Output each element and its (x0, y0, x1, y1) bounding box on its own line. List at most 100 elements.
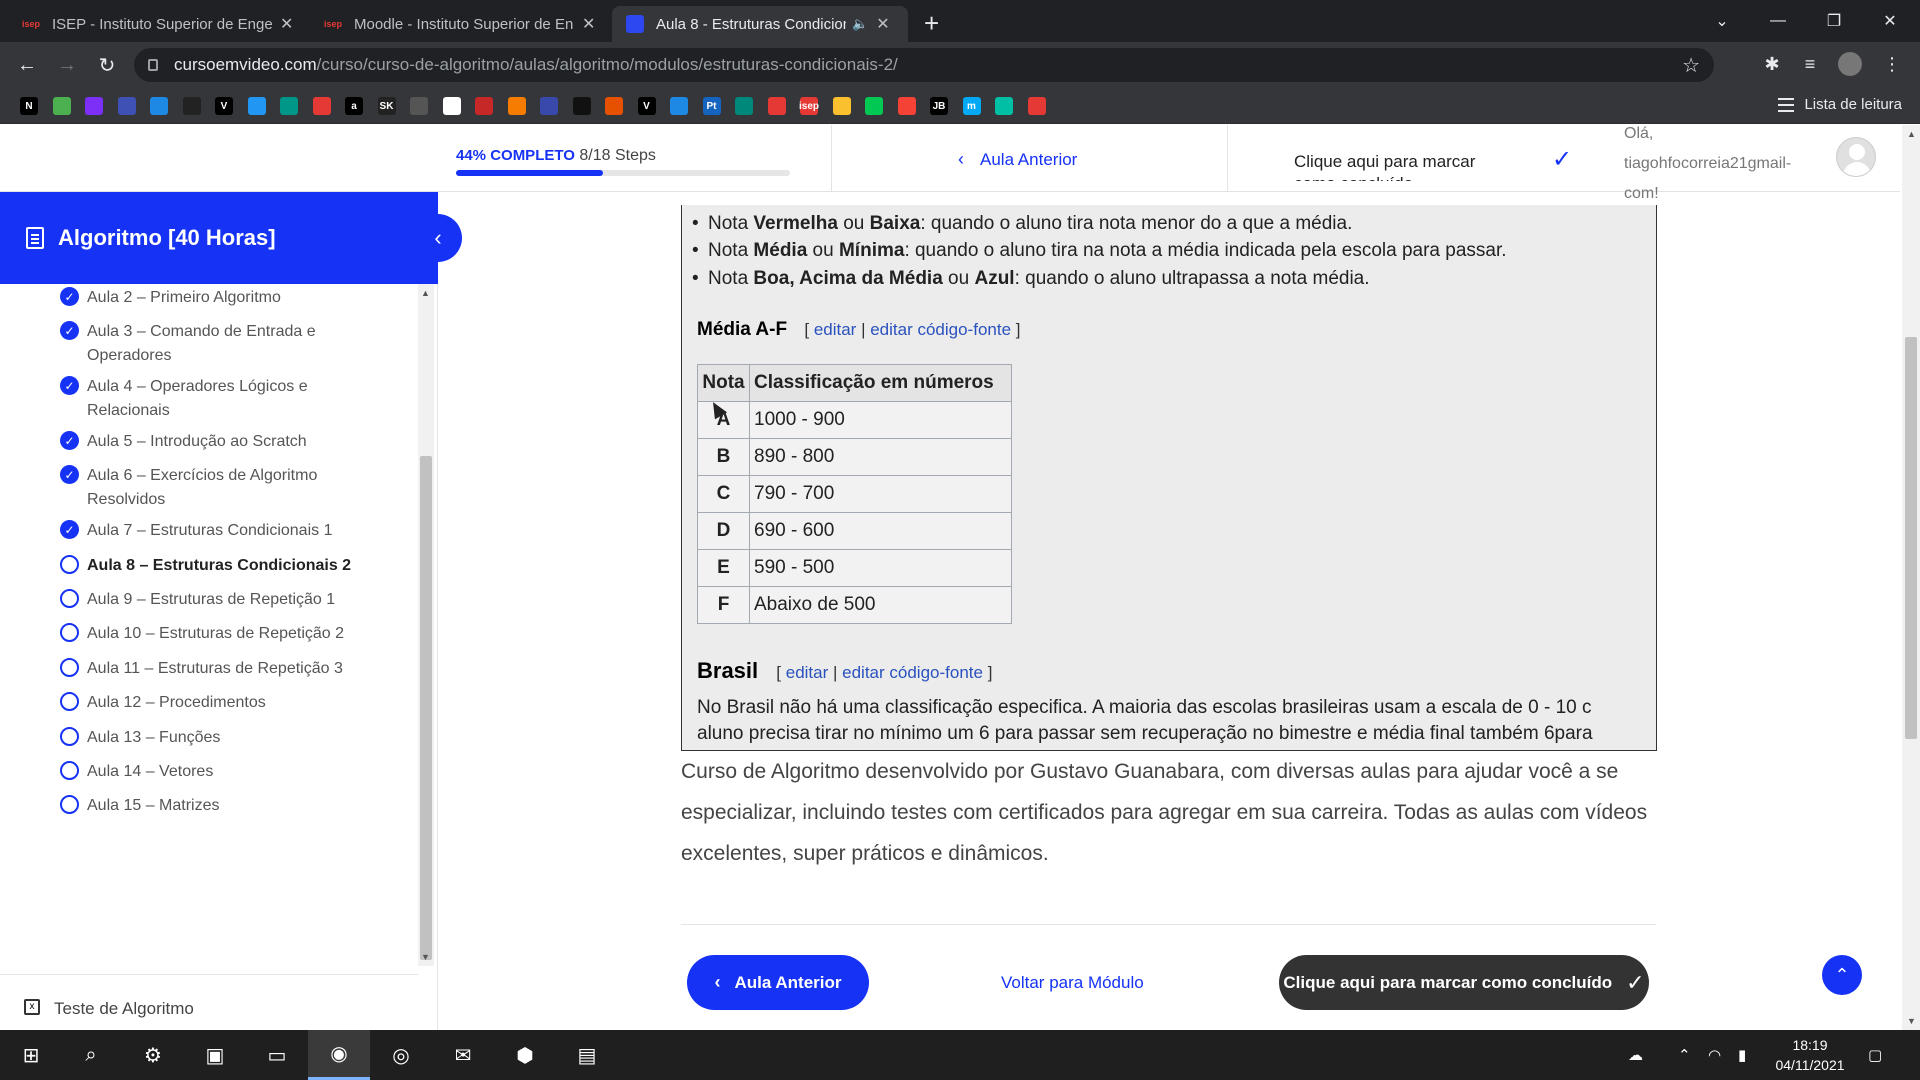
page-scrollbar[interactable]: ▲ ▼ (1902, 125, 1920, 1030)
wiki-edit-source-link[interactable]: editar código-fonte (870, 320, 1011, 339)
bookmark-favicon-icon[interactable] (117, 97, 136, 115)
bookmark-favicon-icon[interactable]: V (637, 97, 656, 115)
sidebar-lesson-item[interactable]: ✓ Aula 4 – Operadores Lógicos e Relaciona… (60, 375, 360, 423)
close-tab-icon[interactable]: ✕ (876, 14, 889, 34)
back-icon[interactable]: ← (12, 50, 42, 80)
bookmark-favicon-icon[interactable] (150, 97, 168, 115)
bookmark-favicon-icon[interactable]: m (962, 97, 981, 115)
bookmark-favicon-icon[interactable]: Pt (702, 97, 721, 115)
bookmark-favicon-icon[interactable] (312, 97, 331, 115)
settings-gear-icon[interactable]: ⚙ (122, 1030, 184, 1080)
sidebar-lesson-item[interactable]: ✓ Aula 5 – Introdução ao Scratch (60, 430, 360, 454)
bookmark-favicon-icon[interactable] (767, 97, 786, 115)
sidebar-lesson-item[interactable]: Aula 11 – Estruturas de Repetição 3 (60, 657, 360, 681)
bookmark-favicon-icon[interactable] (897, 97, 916, 115)
bookmark-favicon-icon[interactable] (572, 97, 591, 115)
mail-icon[interactable]: ✉ (432, 1030, 494, 1080)
browser-tab-aula-8[interactable]: Aula 8 - Estruturas Condicion 🔈 ✕ (612, 6, 908, 42)
sidebar-lesson-item[interactable]: ✓ Aula 2 – Primeiro Algoritmo (60, 286, 360, 310)
bookmark-star-icon[interactable]: ☆ (1682, 53, 1700, 78)
taskbar-clock[interactable]: 18:19 04/11/2021 (1760, 1035, 1860, 1075)
sidebar-lesson-item[interactable]: Aula 12 – Procedimentos (60, 691, 360, 715)
bookmark-favicon-icon[interactable] (670, 97, 688, 115)
extensions-icon[interactable]: ✱ (1760, 52, 1784, 76)
bookmark-favicon-icon[interactable]: V (215, 97, 233, 115)
bookmark-favicon-icon[interactable] (995, 97, 1013, 115)
sidebar-scroll-thumb[interactable] (420, 456, 432, 960)
office-icon[interactable]: ▣ (184, 1030, 246, 1080)
browser-tab-moodle[interactable]: isep Moodle - Instituto Superior de En ✕ (310, 6, 609, 42)
sidebar-lesson-item[interactable]: Aula 9 – Estruturas de Repetição 1 (60, 588, 360, 612)
tab-search-icon[interactable]: ⌄ (1694, 0, 1750, 42)
bookmark-favicon-icon[interactable] (280, 97, 298, 115)
mark-complete-button[interactable]: Clique aqui para marcar como concluído ✓ (1279, 955, 1649, 1010)
previous-lesson-button[interactable]: ‹ Aula Anterior (687, 955, 869, 1010)
page-scroll-thumb[interactable] (1905, 337, 1917, 739)
address-bar[interactable]: cursoemvideo.com/curso/curso-de-algoritm… (134, 48, 1714, 82)
speaker-icon[interactable]: 🔈 (852, 16, 868, 32)
wiki-edit-source-link[interactable]: editar código-fonte (842, 663, 983, 682)
sidebar-lesson-item[interactable]: Aula 13 – Funções (60, 726, 360, 750)
bookmark-favicon-icon[interactable]: SK (377, 97, 396, 115)
close-window-button[interactable]: ✕ (1862, 0, 1918, 42)
user-avatar[interactable] (1836, 137, 1876, 177)
bookmark-favicon-icon[interactable] (442, 97, 461, 115)
restore-button[interactable]: ❐ (1806, 0, 1862, 42)
sidebar-lesson-item[interactable]: Aula 14 – Vetores (60, 760, 360, 784)
lesson-video-frame[interactable]: Nota Vermelha ou Baixa: quando o aluno t… (681, 205, 1657, 751)
bookmark-favicon-icon[interactable] (85, 97, 103, 115)
bookmark-favicon-icon[interactable] (507, 97, 526, 115)
reload-icon[interactable]: ↻ (92, 50, 122, 80)
scroll-to-top-button[interactable]: ⌃ (1822, 955, 1862, 995)
store-icon[interactable]: ⬢ (494, 1030, 556, 1080)
sidebar-lesson-item[interactable]: ✓ Aula 6 – Exercícios de Algoritmo Resolv… (60, 464, 360, 512)
minimize-button[interactable]: — (1750, 0, 1806, 42)
bookmark-favicon-icon[interactable] (865, 97, 883, 115)
profile-avatar[interactable] (1838, 52, 1862, 76)
sidebar-lesson-item[interactable]: Aula 15 – Matrizes (60, 794, 360, 818)
terminal-icon[interactable]: ▤ (556, 1030, 618, 1080)
sidebar-lesson-item[interactable]: Aula 10 – Estruturas de Repetição 2 (60, 622, 360, 646)
bookmark-favicon-icon[interactable] (832, 97, 851, 115)
reading-list-button[interactable]: Lista de leitura (1778, 96, 1902, 113)
wiki-edit-link[interactable]: editar (814, 320, 857, 339)
bookmark-favicon-icon[interactable] (605, 97, 623, 115)
windows-start-icon[interactable]: ⊞ (0, 1030, 62, 1080)
bookmark-favicon-icon[interactable]: isep (799, 97, 819, 115)
sidebar-scrollbar[interactable]: ▲ ▼ (418, 284, 434, 966)
bookmark-favicon-icon[interactable] (182, 97, 201, 115)
sidebar-lesson-item[interactable]: Aula 8 – Estruturas Condicionais 2 (60, 554, 360, 578)
sidebar-footer-item[interactable]: x Teste de Algoritmo (0, 974, 418, 1030)
back-to-module-link[interactable]: Voltar para Módulo (1001, 973, 1144, 993)
close-tab-icon[interactable]: ✕ (280, 14, 293, 34)
sidebar-collapse-button[interactable]: ‹ (414, 214, 462, 262)
bookmark-favicon-icon[interactable]: JB (930, 97, 948, 115)
onedrive-icon[interactable]: ☁ (1628, 1046, 1643, 1064)
bookmark-favicon-icon[interactable] (52, 97, 71, 115)
wifi-icon[interactable]: ◠ (1708, 1046, 1721, 1064)
notifications-icon[interactable]: ▢ (1868, 1046, 1882, 1064)
file-explorer-icon[interactable]: ▭ (246, 1030, 308, 1080)
bookmark-favicon-icon[interactable] (1027, 97, 1046, 115)
bookmark-favicon-icon[interactable] (475, 97, 493, 115)
bookmark-favicon-icon[interactable]: a (345, 97, 363, 115)
chrome-icon[interactable]: ◉ (308, 1030, 370, 1080)
browser-tab-isep[interactable]: isep ISEP - Instituto Superior de Enge ✕ (8, 6, 307, 42)
search-icon[interactable]: ⌕ (60, 1030, 122, 1080)
forward-icon[interactable]: → (52, 50, 82, 80)
bookmark-favicon-icon[interactable] (735, 97, 753, 115)
bookmark-favicon-icon[interactable] (410, 97, 428, 115)
bookmark-favicon-icon[interactable] (540, 97, 558, 115)
bookmark-favicon-icon[interactable]: N (20, 97, 38, 115)
close-tab-icon[interactable]: ✕ (582, 14, 595, 34)
media-control-icon[interactable]: ≡ (1798, 52, 1822, 76)
sidebar-lesson-item[interactable]: ✓ Aula 3 – Comando de Entrada e Operadore… (60, 320, 360, 368)
media-player-icon[interactable]: ◎ (370, 1030, 432, 1080)
wiki-edit-link[interactable]: editar (786, 663, 829, 682)
bookmark-favicon-icon[interactable] (247, 97, 266, 115)
tray-chevron-icon[interactable]: ⌃ (1678, 1046, 1691, 1064)
new-tab-button[interactable]: + (924, 8, 939, 39)
menu-kebab-icon[interactable]: ⋮ (1880, 52, 1904, 76)
battery-icon[interactable]: ▮ (1738, 1046, 1746, 1064)
sidebar-lesson-item[interactable]: ✓ Aula 7 – Estruturas Condicionais 1 (60, 519, 360, 543)
